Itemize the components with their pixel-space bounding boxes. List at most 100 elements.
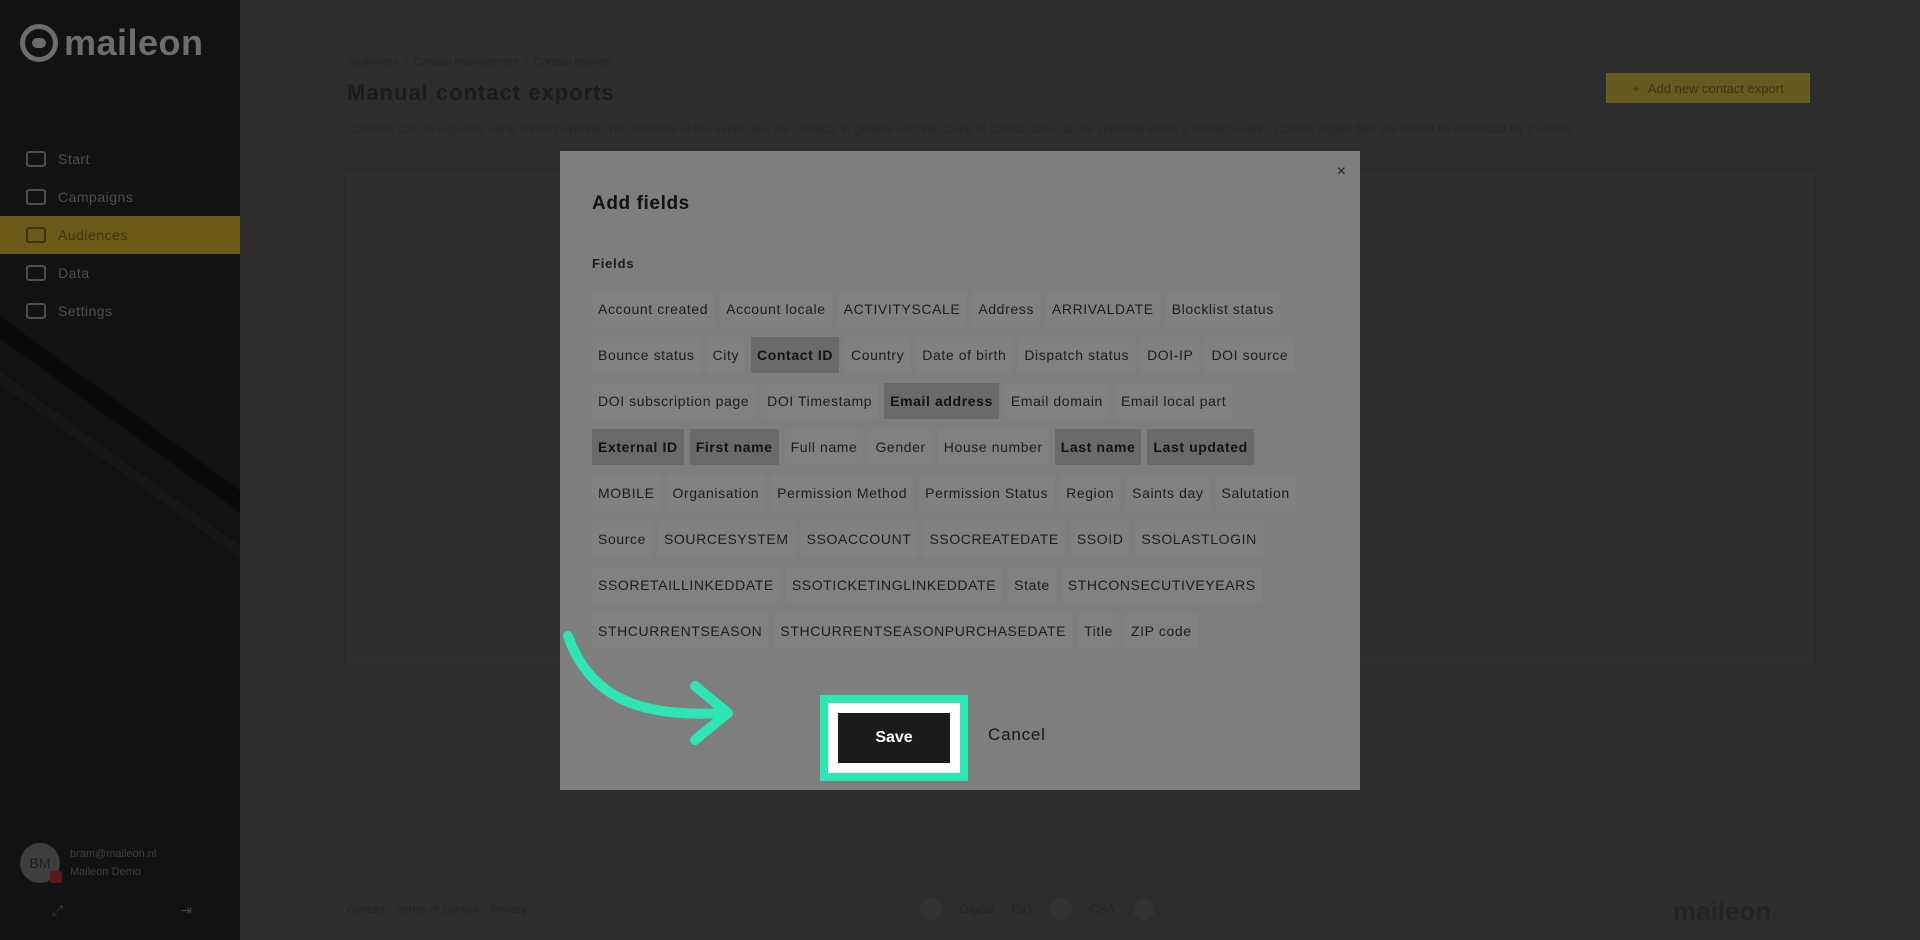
- field-chip[interactable]: Last updated: [1147, 429, 1254, 465]
- field-chip[interactable]: Bounce status: [592, 337, 701, 373]
- field-chip[interactable]: MOBILE: [592, 475, 661, 511]
- badge-icon: [920, 898, 942, 920]
- field-chip[interactable]: Last name: [1054, 429, 1142, 465]
- breadcrumb-item[interactable]: Contact management: [413, 56, 518, 68]
- save-button[interactable]: Save: [838, 713, 950, 763]
- field-chip[interactable]: SSOLASTLOGIN: [1135, 521, 1263, 557]
- field-chip-row: Bounce status City Contact ID Country Date o…: [592, 337, 1322, 373]
- page-description: Contacts can be exported using contact e…: [347, 122, 1575, 136]
- field-chip[interactable]: DOI Timestamp: [761, 383, 879, 419]
- field-chip[interactable]: Dispatch status: [1018, 337, 1136, 373]
- field-chip[interactable]: Permission Status: [919, 475, 1055, 511]
- field-chip[interactable]: House number: [937, 429, 1049, 465]
- field-chip[interactable]: SSOCREATEDATE: [923, 521, 1065, 557]
- save-highlight-box: Save: [820, 695, 968, 781]
- field-chip[interactable]: Salutation: [1215, 475, 1296, 511]
- badge-iso: ISO: [1011, 902, 1033, 916]
- field-chip[interactable]: Email address: [884, 383, 999, 419]
- field-chip[interactable]: City: [706, 337, 746, 373]
- field-chip[interactable]: Email domain: [1004, 383, 1109, 419]
- logo[interactable]: maileon: [20, 22, 204, 64]
- field-chip[interactable]: ARRIVALDATE: [1045, 291, 1160, 327]
- modal-title: Add fields: [592, 193, 690, 214]
- field-chip[interactable]: Date of birth: [916, 337, 1013, 373]
- cancel-button[interactable]: Cancel: [988, 725, 1046, 745]
- field-chip[interactable]: Region: [1060, 475, 1121, 511]
- sidebar-nav: Start Campaigns Audiences Data Settings: [0, 140, 240, 330]
- sidebar-item-audiences[interactable]: Audiences: [0, 216, 240, 254]
- field-chip[interactable]: Permission Method: [771, 475, 914, 511]
- field-chip[interactable]: External ID: [592, 429, 684, 465]
- footer-link-contact[interactable]: Contact: [347, 904, 385, 916]
- field-chip[interactable]: SSORETAILLINKEDDATE: [592, 567, 780, 603]
- close-icon[interactable]: ×: [1337, 163, 1346, 181]
- field-chip[interactable]: Full name: [784, 429, 864, 465]
- field-chip[interactable]: DOI source: [1205, 337, 1295, 373]
- sidebar-item-settings[interactable]: Settings: [0, 292, 240, 330]
- breadcrumb-separator: /: [524, 56, 528, 68]
- plus-icon: +: [1632, 80, 1640, 96]
- avatar: BM: [20, 843, 62, 883]
- folder-icon: [26, 265, 46, 281]
- field-chip[interactable]: ZIP code: [1125, 613, 1198, 649]
- logout-icon[interactable]: ⇥: [180, 902, 192, 919]
- field-chip[interactable]: SSOTICKETINGLINKEDDATE: [785, 567, 1003, 603]
- field-chip[interactable]: SOURCESYSTEM: [657, 521, 795, 557]
- sidebar-item-label: Start: [58, 151, 91, 167]
- badge-icon: [1132, 898, 1155, 920]
- breadcrumb-separator: /: [404, 56, 408, 68]
- field-chip[interactable]: STHCURRENTSEASONPURCHASEDATE: [774, 613, 1073, 649]
- field-chip[interactable]: Saints day: [1126, 475, 1210, 511]
- field-chip[interactable]: Address: [972, 291, 1040, 327]
- field-chip[interactable]: Organisation: [666, 475, 766, 511]
- field-chip[interactable]: ACTIVITYSCALE: [837, 291, 967, 327]
- sidebar-footer: ⤢ ⇥: [52, 902, 192, 919]
- user-profile[interactable]: BM bram@maileon.nl Maileon Demo: [20, 843, 156, 883]
- annotation-arrow-icon: [563, 631, 733, 745]
- people-icon: [26, 227, 46, 243]
- field-chip[interactable]: Source: [592, 521, 652, 557]
- field-chip[interactable]: Account locale: [720, 291, 832, 327]
- field-chip[interactable]: Title: [1078, 613, 1120, 649]
- sidebar: maileon Start Campaigns Audiences Data S…: [0, 0, 240, 940]
- footer-link-privacy[interactable]: Privacy: [491, 904, 527, 916]
- badge-csa: CSA: [1090, 902, 1115, 916]
- field-chip[interactable]: Email local part: [1114, 383, 1233, 419]
- sidebar-item-data[interactable]: Data: [0, 254, 240, 292]
- sidebar-item-label: Settings: [58, 303, 113, 319]
- field-chip[interactable]: Gender: [869, 429, 932, 465]
- field-chip-list: Account created Account locale ACTIVITYSCA…: [592, 291, 1322, 659]
- breadcrumb: Audiences / Contact management / Contact…: [347, 56, 611, 68]
- user-account: Maileon Demo: [70, 866, 141, 878]
- field-chip[interactable]: SSOACCOUNT: [800, 521, 918, 557]
- field-chip-row: Account created Account locale ACTIVITYSCA…: [592, 291, 1322, 327]
- user-meta: bram@maileon.nl Maileon Demo: [70, 845, 156, 881]
- grid-icon: [26, 151, 46, 167]
- field-chip[interactable]: DOI subscription page: [592, 383, 756, 419]
- badge-icon: [1050, 898, 1073, 920]
- sidebar-item-campaigns[interactable]: Campaigns: [0, 178, 240, 216]
- sidebar-item-label: Audiences: [58, 227, 128, 243]
- sidebar-item-start[interactable]: Start: [0, 140, 240, 178]
- add-contact-export-button[interactable]: + Add new contact export: [1606, 73, 1810, 103]
- expand-icon[interactable]: ⤢: [52, 902, 63, 919]
- field-chip[interactable]: Blocklist status: [1165, 291, 1280, 327]
- field-chip[interactable]: Country: [845, 337, 911, 373]
- field-chip[interactable]: Contact ID: [751, 337, 840, 373]
- breadcrumb-item[interactable]: Audiences: [347, 56, 398, 68]
- field-chip[interactable]: State: [1008, 567, 1056, 603]
- field-chip[interactable]: DOI-IP: [1141, 337, 1200, 373]
- field-chip[interactable]: First name: [689, 429, 779, 465]
- field-chip[interactable]: SSOID: [1070, 521, 1130, 557]
- field-chip[interactable]: STHCONSECUTIVEYEARS: [1061, 567, 1262, 603]
- field-chip-row: DOI subscription page DOI Timestamp Email …: [592, 383, 1322, 419]
- flag-icon: [50, 871, 62, 883]
- footer-logo: maileon: [1673, 896, 1772, 926]
- megaphone-icon: [26, 189, 46, 205]
- field-chip-row: MOBILE Organisation Permission Method Permi…: [592, 475, 1322, 511]
- field-chip[interactable]: Account created: [592, 291, 715, 327]
- page-title: Manual contact exports: [347, 80, 615, 105]
- badge-digital: Digital: [960, 902, 994, 916]
- footer-link-terms[interactable]: Terms of Service: [397, 904, 479, 916]
- avatar-initials: BM: [29, 855, 51, 871]
